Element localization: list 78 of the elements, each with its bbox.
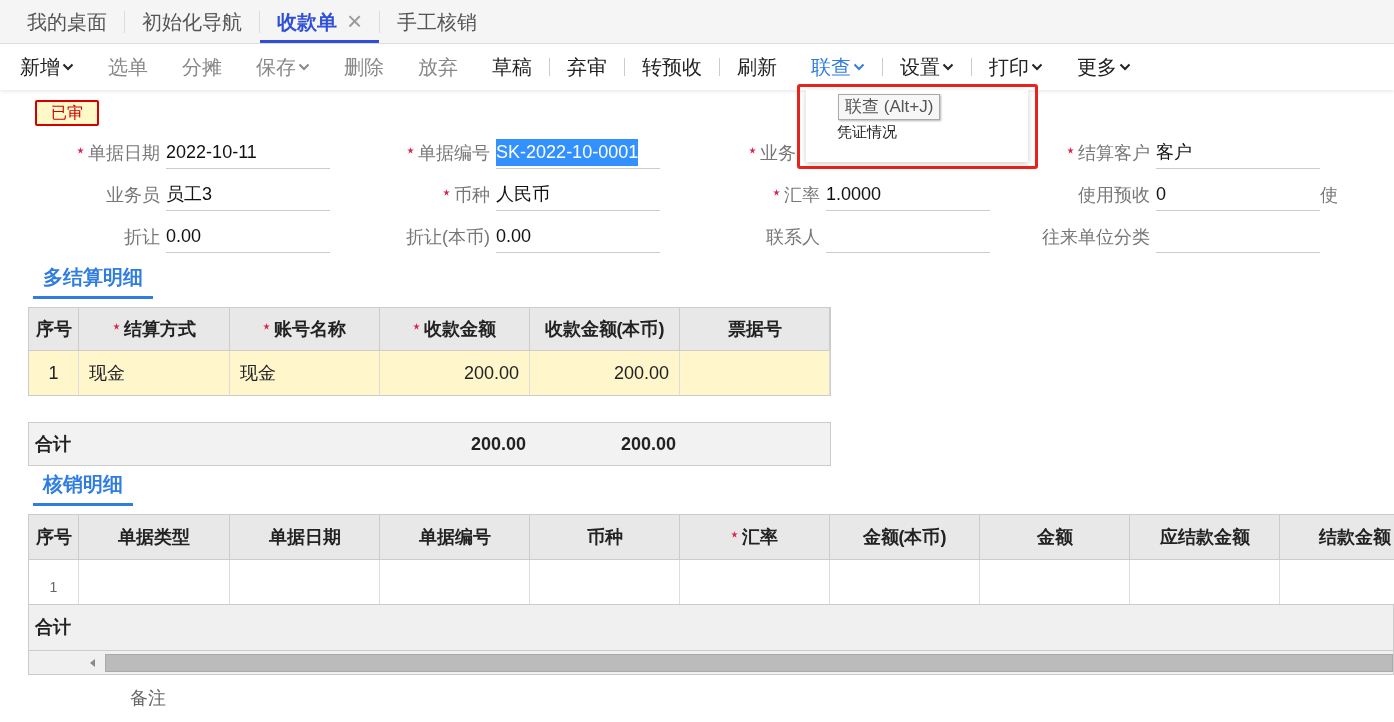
field-label: 业务员 [106,183,161,207]
caret-icon [942,63,954,71]
toolbar-button[interactable]: 弃审 [549,52,624,82]
scrollbar-thumb[interactable] [105,653,1393,672]
toolbar-button[interactable]: 更多 [1060,52,1148,82]
toolbar-button[interactable]: 打印 [971,52,1060,82]
field-label: 单据日期 [88,141,161,165]
column-header: 结算方式 [79,308,230,350]
column-header: 金额 [980,515,1130,559]
tooltip: 联查 (Alt+J) [838,94,941,120]
tab[interactable]: 手工核销 [380,0,495,43]
input-field[interactable]: 人民币 [496,179,660,211]
column-header: 票据号 [680,308,830,350]
toolbar-button[interactable]: 保存 [239,52,327,82]
status-badge: 已审 [35,100,99,126]
field-label: 往来单位分类 [1042,225,1151,249]
section-title: 多结算明细 [33,262,153,299]
input-field[interactable]: 客户 [1156,137,1320,169]
field-label: 使 [1320,183,1338,207]
table-cell-text: 合计 [34,432,72,456]
toolbar-button[interactable]: 转预收 [624,52,719,82]
input-field[interactable]: 1.0000 [826,179,990,211]
column-header: 收款金额(本币) [530,308,680,350]
caret-icon [853,63,865,71]
menu-item[interactable]: 凭证情况 [837,121,897,144]
table-cell-text: 200.00 [619,432,677,456]
table-cell: 200.00 [380,351,530,395]
field-label: 折让(本币) [406,225,491,249]
field-label: 单据编号 [418,141,491,165]
input-field[interactable]: 0.00 [496,221,660,253]
field-label: 币种 [454,183,491,207]
toolbar-button[interactable]: 分摊 [165,52,239,82]
column-header: 序号 [29,308,79,350]
toolbar-button[interactable]: 删除 [327,52,401,82]
toolbar-button[interactable]: 联查 [794,52,882,82]
caret-icon [298,63,310,71]
caret-icon [1119,63,1131,71]
column-header: 收款金额 [380,308,530,350]
field-label: 使用预收 [1078,183,1151,207]
table-cell: 1 [29,351,79,395]
table-cell: 200.00 [530,351,680,395]
field-label: 折让 [124,225,161,249]
column-header: 应结款金额 [1130,515,1280,559]
field-label: 汇率 [784,183,821,207]
column-header: 单据编号 [380,515,530,559]
toolbar-button[interactable]: 新增 [20,52,91,82]
input-field[interactable]: 2022-10-11 [166,137,330,169]
column-header: 金额(本币) [830,515,980,559]
field-label: 业务 [760,141,796,165]
scroll-left-icon[interactable] [89,657,97,668]
column-header: 序号 [29,515,79,559]
caret-icon [1031,63,1043,71]
column-header: 结款金额 [1280,515,1394,559]
toolbar-button[interactable]: 草稿 [475,52,549,82]
field-label: 联系人 [766,225,821,249]
tab[interactable]: 初始化导航 [125,0,259,43]
column-header: 汇率 [680,515,830,559]
column-header: 账号名称 [230,308,380,350]
toolbar-button[interactable]: 设置 [882,52,971,82]
input-field[interactable]: 员工3 [166,179,330,211]
section-title: 核销明细 [33,469,133,506]
toolbar-button[interactable]: 放弃 [401,52,475,82]
toolbar-button[interactable]: 选单 [91,52,165,82]
caret-icon [62,63,74,71]
tab[interactable]: 我的桌面 [10,0,124,43]
field-label: 备注 [130,688,166,708]
field-label: 结算客户 [1078,141,1151,165]
column-header: 单据类型 [79,515,230,559]
table-cell: 1 [29,560,79,604]
table-cell-text: 200.00 [469,432,527,456]
input-field[interactable]: 0.00 [166,221,330,253]
table-cell-text: 合计 [35,616,71,639]
table-cell: 现金 [230,351,380,395]
column-header: 币种 [530,515,680,559]
input-field[interactable]: 0 [1156,179,1320,211]
table-cell: 现金 [79,351,230,395]
toolbar-button[interactable]: 刷新 [719,52,794,82]
column-header: 单据日期 [230,515,380,559]
